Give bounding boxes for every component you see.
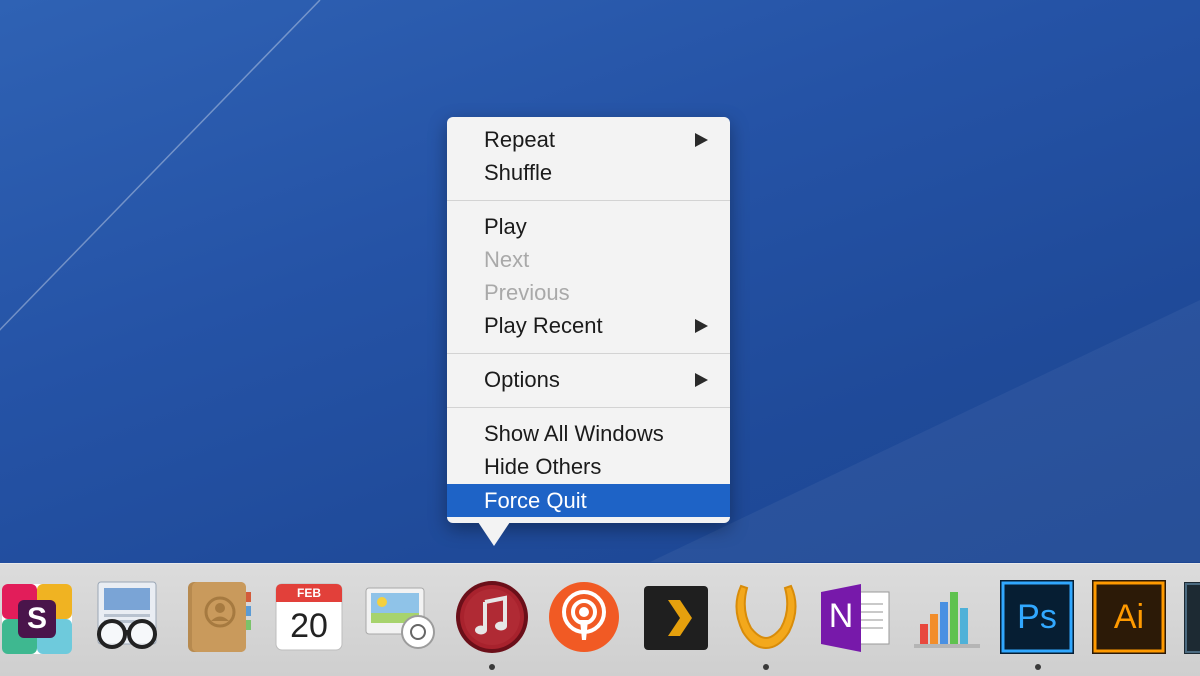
dock-app-image-capture[interactable]	[362, 578, 440, 656]
image-capture-icon	[365, 587, 435, 649]
photoshop-letters: Ps	[1017, 598, 1057, 636]
running-indicator	[1035, 664, 1041, 670]
menu-item-play-recent[interactable]: Play Recent	[447, 309, 730, 342]
menu-item-show-all-windows[interactable]: Show All Windows	[447, 417, 730, 450]
podcasts-icon	[549, 582, 619, 652]
running-indicator	[489, 664, 495, 670]
menu-item-previous: Previous	[447, 276, 730, 309]
menu-separator	[447, 200, 730, 201]
illustrator-letters: Ai	[1113, 598, 1145, 636]
menu-item-label: Next	[484, 247, 530, 272]
dock-app-itunes[interactable]	[453, 578, 531, 656]
menu-separator	[447, 407, 730, 408]
submenu-arrow-icon	[695, 133, 708, 147]
app-icon	[1184, 582, 1200, 654]
dock-app-calendar[interactable]: FEB 20	[270, 578, 348, 656]
menu-item-label: Hide Others	[484, 454, 602, 479]
menu-item-label: Show All Windows	[484, 421, 664, 446]
dock-app-contacts[interactable]	[180, 578, 258, 656]
submenu-arrow-icon	[695, 319, 708, 333]
onenote-letter: N	[828, 597, 854, 635]
menu-item-shuffle[interactable]: Shuffle	[447, 156, 730, 189]
menu-item-label: Options	[484, 367, 560, 392]
contacts-icon	[188, 582, 251, 652]
slack-letter: S	[26, 602, 47, 635]
menu-item-options[interactable]: Options	[447, 363, 730, 396]
plex-icon	[644, 586, 708, 650]
calendar-day: 20	[290, 607, 328, 645]
vox-icon	[735, 584, 797, 650]
dock-app-preview[interactable]	[88, 578, 166, 656]
dock-app-numbers[interactable]	[908, 578, 986, 656]
dock-app-slack[interactable]: S	[0, 578, 78, 656]
menu-item-hide-others[interactable]: Hide Others	[447, 450, 730, 483]
dock-app-podcasts[interactable]	[545, 578, 623, 656]
running-indicator	[763, 664, 769, 670]
dock-app-onenote[interactable]: N	[817, 578, 895, 656]
dock-app-partial[interactable]	[1180, 578, 1200, 656]
menu-item-label: Repeat	[484, 127, 555, 152]
menu-item-next: Next	[447, 243, 730, 276]
menu-item-repeat[interactable]: Repeat	[447, 123, 730, 156]
itunes-icon	[456, 581, 528, 653]
menu-item-play[interactable]: Play	[447, 210, 730, 243]
dock: S FEB 20 N Ps Ai	[0, 563, 1200, 676]
menu-item-force-quit[interactable]: Force Quit	[447, 484, 730, 517]
menu-item-label: Shuffle	[484, 160, 553, 185]
submenu-arrow-icon	[695, 373, 708, 387]
preview-icon	[97, 581, 157, 649]
menu-pointer	[478, 522, 510, 546]
dock-app-photoshop[interactable]: Ps	[998, 578, 1076, 656]
menu-item-label: Play Recent	[484, 313, 603, 338]
menu-item-label: Play	[484, 214, 527, 239]
menu-item-label: Force Quit	[484, 488, 587, 513]
menu-item-label: Previous	[484, 280, 570, 305]
dock-app-vox[interactable]	[727, 578, 805, 656]
dock-app-illustrator[interactable]: Ai	[1090, 578, 1168, 656]
menu-separator	[447, 353, 730, 354]
numbers-icon	[914, 592, 980, 648]
dock-app-plex[interactable]	[638, 578, 716, 656]
dock-context-menu: Repeat Shuffle Play Next Previous Play R…	[447, 117, 730, 523]
calendar-month: FEB	[297, 586, 321, 600]
